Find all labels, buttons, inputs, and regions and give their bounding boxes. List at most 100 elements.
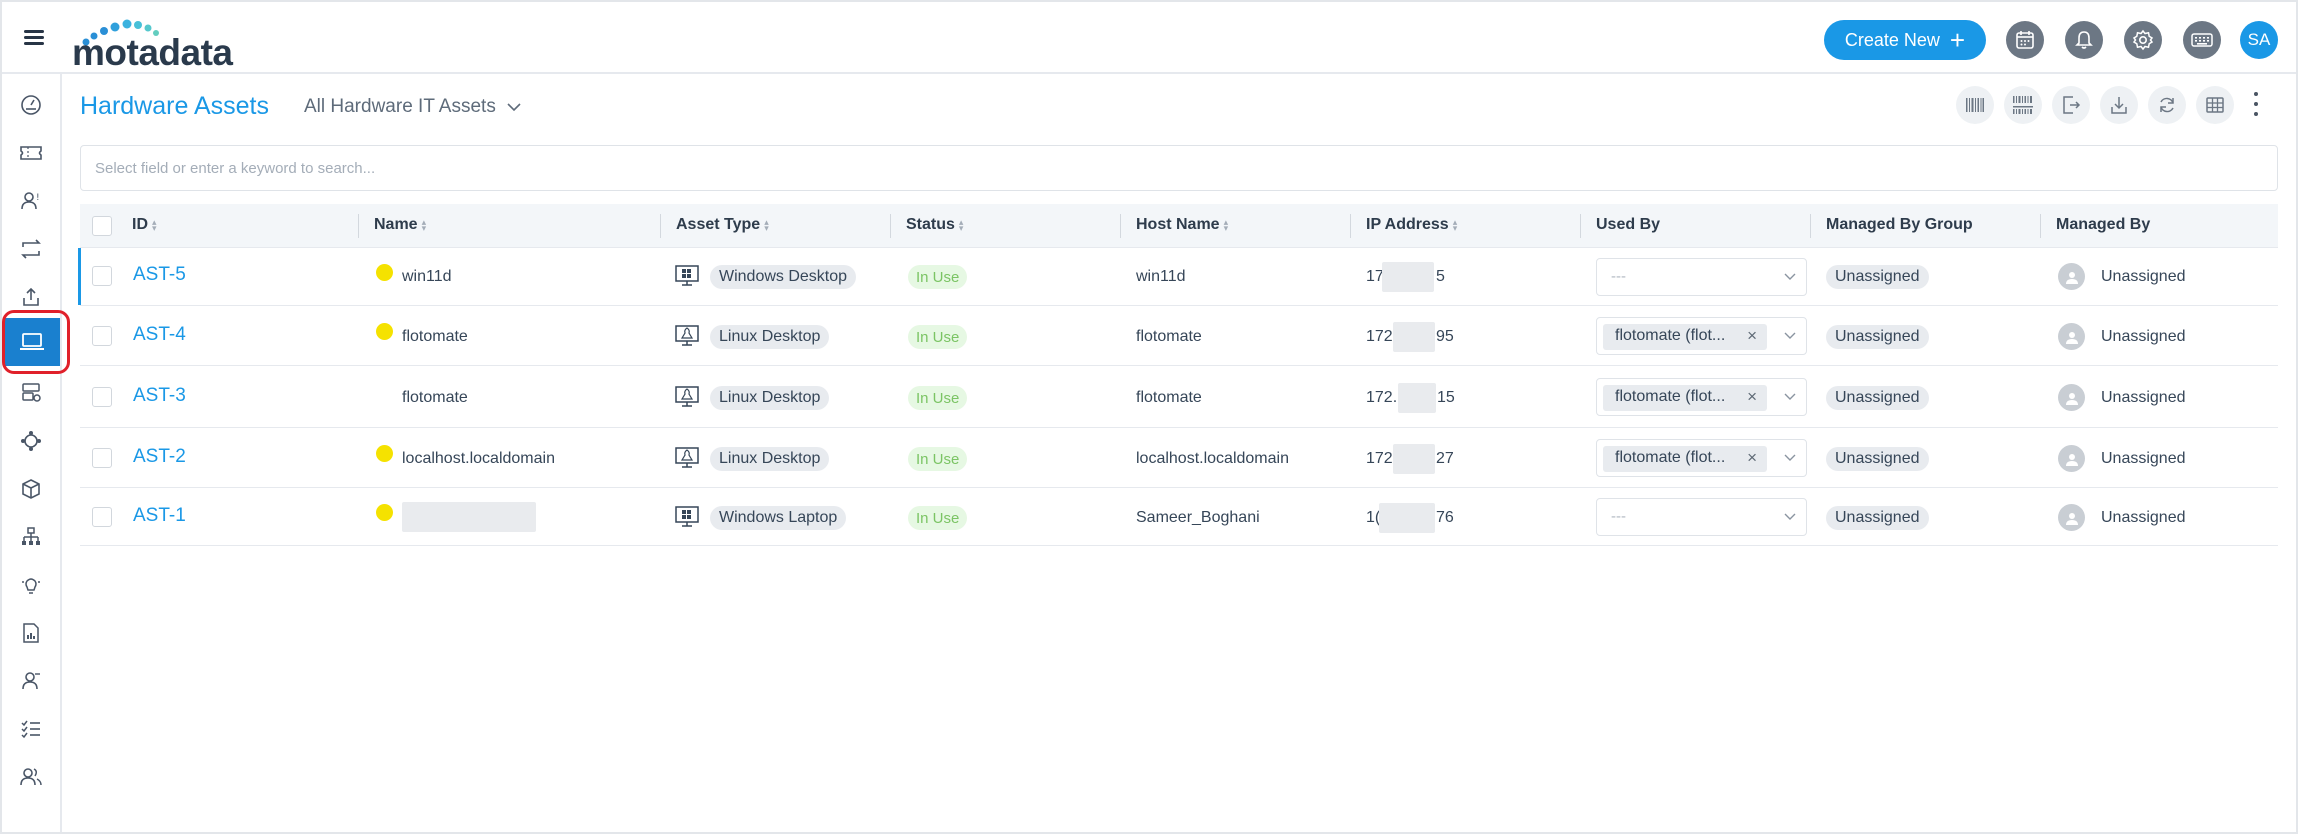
managed-by: Unassigned	[2101, 328, 2186, 345]
row-checkbox[interactable]	[92, 448, 112, 468]
used-by-placeholder: ---	[1611, 508, 1626, 525]
status-badge: In Use	[908, 265, 968, 289]
remove-tag-icon[interactable]: ×	[1747, 326, 1757, 346]
asset-id-link[interactable]: AST-3	[133, 385, 186, 407]
managed-group-tag: Unassigned	[1826, 447, 1929, 471]
product-icon[interactable]	[14, 472, 48, 506]
user-avatar-icon	[2058, 504, 2085, 531]
qr-barcode-icon[interactable]	[2004, 86, 2042, 124]
plus-icon: +	[1949, 25, 1966, 55]
used-by-dropdown[interactable]: flotomate (flot... ×	[1596, 317, 1807, 355]
cmdb-icon[interactable]	[14, 376, 48, 410]
managed-by: Unassigned	[2101, 450, 2186, 467]
view-selector[interactable]: All Hardware IT Assets	[304, 96, 522, 118]
used-by-dropdown[interactable]: ---	[1596, 498, 1807, 536]
remove-tag-icon[interactable]: ×	[1747, 387, 1757, 407]
contact-icon[interactable]	[14, 664, 48, 698]
knowledge-icon[interactable]	[14, 568, 48, 602]
sort-icon: ▴ ▾	[764, 217, 769, 233]
asset-name: flotomate	[402, 389, 468, 406]
table-row[interactable]: AST-2 localhost.localdomain Linux Deskto…	[80, 428, 2278, 488]
asset-name: localhost.localdomain	[402, 450, 555, 467]
row-checkbox[interactable]	[92, 266, 112, 286]
team-icon[interactable]	[14, 760, 48, 794]
chevron-down-icon	[1784, 273, 1796, 280]
row-checkbox[interactable]	[92, 326, 112, 346]
used-by-tag: flotomate (flot... ×	[1603, 324, 1767, 350]
column-header-managed-by[interactable]: Managed By	[2056, 216, 2150, 234]
user-request-icon[interactable]: !	[14, 184, 48, 218]
logo[interactable]: motadata	[72, 16, 242, 73]
table-row[interactable]: AST-4 flotomate Linux Desktop In Use flo…	[80, 306, 2278, 366]
used-by-value: flotomate (flot...	[1615, 449, 1726, 466]
project-icon[interactable]	[14, 520, 48, 554]
user-avatar[interactable]: SA	[2240, 21, 2278, 59]
ip-address-end: 5	[1436, 268, 1445, 285]
report-icon[interactable]	[14, 616, 48, 650]
used-by-tag: flotomate (flot... ×	[1603, 385, 1767, 411]
redacted-ip	[1379, 503, 1435, 533]
user-avatar-icon	[2058, 263, 2085, 290]
table-row[interactable]: AST-1 Windows Laptop In Use Sameer_Bogha…	[80, 488, 2278, 546]
bell-icon[interactable]	[2065, 21, 2103, 59]
dashboard-icon[interactable]	[14, 88, 48, 122]
ip-address-start: 172	[1366, 328, 1393, 345]
column-header-id[interactable]: ID ▴ ▾	[132, 216, 157, 234]
asset-type-tag: Linux Desktop	[710, 386, 830, 410]
asset-id-link[interactable]: AST-2	[133, 446, 186, 468]
redacted-ip	[1382, 262, 1434, 292]
column-header-asset-type[interactable]: Asset Type ▴ ▾	[676, 216, 769, 234]
integration-icon[interactable]	[14, 424, 48, 458]
column-header-used-by[interactable]: Used By	[1596, 216, 1660, 234]
chevron-down-icon	[507, 103, 521, 112]
asset-id-link[interactable]: AST-4	[133, 324, 186, 346]
keyboard-icon[interactable]	[2183, 21, 2221, 59]
column-settings-icon[interactable]	[2196, 86, 2234, 124]
table-row[interactable]: AST-5 win11d Windows Desktop In Use win1…	[78, 248, 2278, 306]
column-header-managed-by-group[interactable]: Managed By Group	[1826, 216, 1973, 234]
calendar-icon[interactable]	[2006, 21, 2044, 59]
column-header-name[interactable]: Name ▴ ▾	[374, 216, 426, 234]
change-icon[interactable]	[14, 232, 48, 266]
column-header-ip-address[interactable]: IP Address ▴ ▾	[1366, 216, 1457, 234]
refresh-icon[interactable]	[2148, 86, 2186, 124]
column-header-host-name[interactable]: Host Name ▴ ▾	[1136, 216, 1228, 234]
more-options-icon[interactable]	[2252, 92, 2260, 118]
asset-id-link[interactable]: AST-5	[133, 264, 186, 286]
search-input[interactable]	[80, 145, 2278, 191]
chevron-down-icon	[1784, 332, 1796, 339]
asset-id-link[interactable]: AST-1	[133, 505, 186, 527]
managed-group-tag: Unassigned	[1826, 265, 1929, 289]
managed-group-tag: Unassigned	[1826, 325, 1929, 349]
hamburger-menu-icon[interactable]	[24, 30, 44, 46]
managed-by: Unassigned	[2101, 389, 2186, 406]
online-status-dot	[376, 504, 393, 521]
select-all-checkbox[interactable]	[92, 216, 112, 236]
windows-desktop-icon	[675, 265, 699, 286]
row-checkbox[interactable]	[92, 387, 112, 407]
used-by-dropdown[interactable]: flotomate (flot... ×	[1596, 378, 1807, 416]
table-row[interactable]: AST-3 flotomate Linux Desktop In Use flo…	[80, 366, 2278, 428]
managed-by: Unassigned	[2101, 268, 2186, 285]
remove-tag-icon[interactable]: ×	[1747, 448, 1757, 468]
gear-icon[interactable]	[2124, 21, 2162, 59]
used-by-value: flotomate (flot...	[1615, 388, 1726, 405]
create-new-button[interactable]: Create New +	[1824, 20, 1986, 60]
release-icon[interactable]	[14, 280, 48, 314]
status-badge: In Use	[908, 386, 968, 410]
asset-type-tag: Linux Desktop	[710, 325, 830, 349]
import-icon[interactable]	[2100, 86, 2138, 124]
chevron-down-icon	[1784, 513, 1796, 520]
status-badge: In Use	[908, 506, 968, 530]
user-avatar-icon	[2058, 445, 2085, 472]
redacted-ip	[1393, 444, 1435, 474]
barcode-icon[interactable]	[1956, 86, 1994, 124]
view-selector-label: All Hardware IT Assets	[304, 96, 496, 117]
row-checkbox[interactable]	[92, 507, 112, 527]
column-header-status[interactable]: Status ▴ ▾	[906, 216, 963, 234]
used-by-dropdown[interactable]: ---	[1596, 258, 1807, 296]
ticket-icon[interactable]	[14, 136, 48, 170]
task-icon[interactable]	[14, 712, 48, 746]
used-by-dropdown[interactable]: flotomate (flot... ×	[1596, 439, 1807, 477]
export-icon[interactable]	[2052, 86, 2090, 124]
